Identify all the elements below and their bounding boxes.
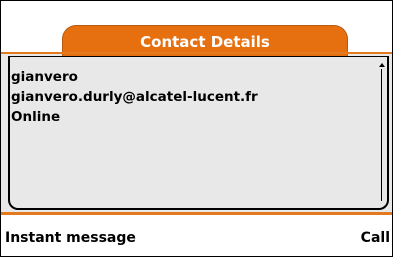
- contact-name: gianvero: [11, 69, 78, 85]
- tab-title: Contact Details: [140, 32, 270, 51]
- bottom-accent-line: [1, 212, 392, 215]
- scroll-up-icon: [379, 63, 385, 69]
- contact-email: gianvero.durly@alcatel-lucent.fr: [11, 89, 258, 105]
- scrollbar[interactable]: [379, 63, 385, 205]
- instant-message-softkey[interactable]: Instant message: [5, 230, 136, 246]
- softkey-bar: Instant message Call: [1, 228, 392, 252]
- top-accent-line: [1, 52, 392, 54]
- call-softkey[interactable]: Call: [361, 230, 390, 246]
- contact-status: Online: [11, 109, 61, 125]
- contact-info: gianvero gianvero.durly@alcatel-lucent.f…: [11, 67, 258, 127]
- scroll-track: [381, 69, 382, 201]
